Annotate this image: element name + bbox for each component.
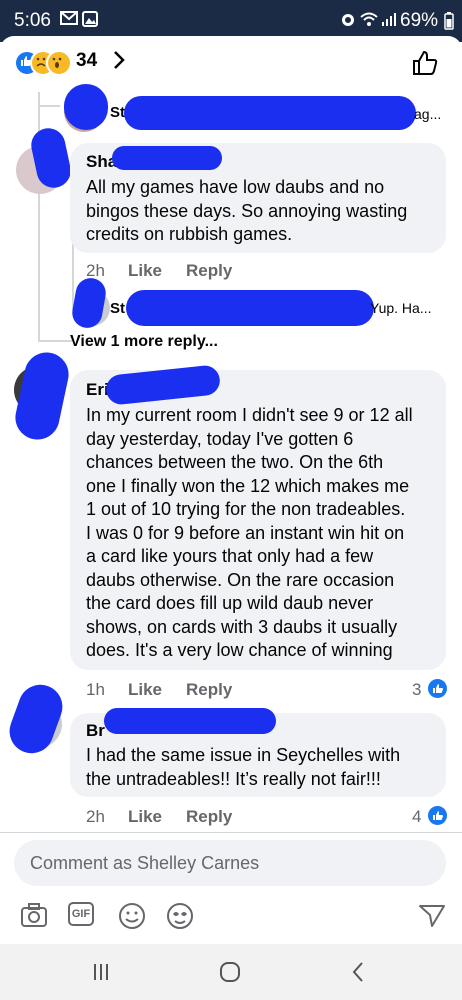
gallery-icon: [82, 11, 98, 31]
thread-line: [38, 340, 72, 342]
wow-reaction-icon: [46, 50, 72, 76]
view-more-replies-link[interactable]: View 1 more reply...: [70, 333, 218, 351]
comment-input[interactable]: Comment as Shelley Carnes: [14, 840, 446, 886]
thumbs-up-icon: [413, 50, 438, 75]
like-count[interactable]: 3: [412, 680, 421, 700]
avatar-sticker-button[interactable]: [166, 902, 193, 929]
signal-icon: [381, 11, 397, 31]
battery-percent: 69%: [400, 10, 439, 31]
like-button[interactable]: Like: [128, 680, 162, 700]
emoji-button[interactable]: [118, 902, 145, 929]
camera-button[interactable]: [20, 902, 47, 928]
battery-icon: [444, 12, 454, 34]
thread-line: [38, 105, 60, 107]
comment-time: 1h: [86, 680, 105, 699]
like-count-icon: [428, 806, 447, 825]
comment-text: I had the same issue in Seychelles with …: [86, 745, 401, 789]
redaction: [124, 96, 416, 130]
redaction: [64, 84, 108, 130]
send-icon: [419, 905, 445, 927]
redaction: [112, 146, 222, 170]
comment-author[interactable]: Br: [86, 721, 105, 741]
system-nav-bar: [0, 944, 462, 1000]
redaction: [104, 708, 276, 734]
back-icon: [352, 962, 363, 982]
back-button[interactable]: [350, 960, 366, 989]
like-button[interactable]: Like: [128, 261, 162, 281]
reply-button[interactable]: Reply: [186, 807, 232, 827]
reaction-count: 34: [76, 50, 98, 71]
comment-author[interactable]: St: [110, 300, 125, 317]
comment-author[interactable]: St: [110, 104, 125, 121]
status-time: 5:06: [14, 10, 51, 31]
chevron-right-icon: [112, 48, 126, 78]
recents-button[interactable]: [92, 962, 110, 987]
like-button[interactable]: Like: [128, 807, 162, 827]
home-button[interactable]: [218, 960, 242, 989]
send-button[interactable]: [418, 902, 445, 928]
comment-text: In my current room I didn't see 9 or 12 …: [86, 405, 413, 660]
comment-time: 2h: [86, 807, 105, 826]
comment-text: All my games have low daubs and no bingo…: [86, 177, 408, 244]
alarm-icon: [340, 11, 356, 31]
comment-input-placeholder: Comment as Shelley Carnes: [30, 853, 260, 873]
like-post-button[interactable]: [410, 48, 440, 78]
like-count-icon: [428, 679, 447, 698]
gif-button[interactable]: GIF: [68, 902, 98, 928]
gif-icon: GIF: [68, 902, 94, 926]
comment-snippet: Yup. Ha...: [370, 300, 432, 316]
home-icon: [220, 962, 240, 982]
camera-icon: [21, 903, 47, 927]
divider: [0, 832, 462, 833]
reply-button[interactable]: Reply: [186, 680, 232, 700]
like-count[interactable]: 4: [412, 807, 421, 827]
gmail-icon: [60, 11, 78, 29]
redaction: [126, 290, 374, 326]
reply-button[interactable]: Reply: [186, 261, 232, 281]
avatar-sticker-icon: [167, 903, 193, 929]
wifi-icon: [360, 11, 378, 31]
comment-snippet: ag...: [414, 106, 442, 122]
recents-icon: [94, 964, 108, 980]
emoji-icon: [119, 903, 145, 929]
